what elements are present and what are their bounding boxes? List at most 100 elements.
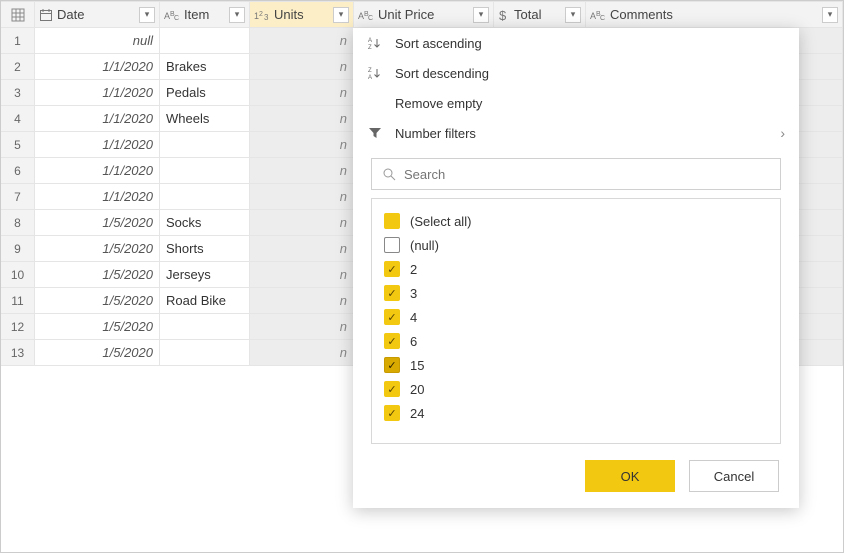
cell-item[interactable] [160, 314, 250, 340]
cell-units[interactable]: n [250, 132, 354, 158]
cell-date[interactable]: 1/1/2020 [35, 106, 160, 132]
cell-units[interactable]: n [250, 210, 354, 236]
header-item[interactable]: ABC Item ▾ [160, 2, 250, 28]
cell-units[interactable]: n [250, 80, 354, 106]
cell-date[interactable]: 1/1/2020 [35, 184, 160, 210]
cell-item[interactable]: Jerseys [160, 262, 250, 288]
search-icon [382, 167, 396, 181]
row-header[interactable]: 8 [1, 210, 35, 236]
cell-item[interactable]: Shorts [160, 236, 250, 262]
remove-empty[interactable]: Remove empty [353, 88, 799, 118]
checkbox[interactable]: ✓ [384, 285, 400, 301]
select-all-corner[interactable] [1, 2, 35, 28]
filter-value-row[interactable]: (null) [384, 233, 768, 257]
row-header[interactable]: 2 [1, 54, 35, 80]
row-header[interactable]: 4 [1, 106, 35, 132]
filter-value-row[interactable]: ✓20 [384, 377, 768, 401]
row-header[interactable]: 13 [1, 340, 35, 366]
svg-text:3: 3 [264, 13, 269, 22]
cell-units[interactable]: n [250, 236, 354, 262]
row-header[interactable]: 6 [1, 158, 35, 184]
filter-dropdown-item[interactable]: ▾ [229, 7, 245, 23]
row-header[interactable]: 11 [1, 288, 35, 314]
cell-units[interactable]: n [250, 314, 354, 340]
cell-units[interactable]: n [250, 106, 354, 132]
filter-dropdown-units[interactable]: ▾ [333, 7, 349, 23]
row-header[interactable]: 1 [1, 28, 35, 54]
filter-value-row[interactable]: ✓2 [384, 257, 768, 281]
filter-search[interactable] [371, 158, 781, 190]
checkbox[interactable]: ✓ [384, 261, 400, 277]
cell-item[interactable] [160, 132, 250, 158]
checkbox[interactable]: ✓ [384, 405, 400, 421]
cell-date[interactable]: 1/1/2020 [35, 158, 160, 184]
cell-units[interactable]: n [250, 288, 354, 314]
number-filters[interactable]: Number filters › [353, 118, 799, 148]
header-unit-price[interactable]: ABC Unit Price ▾ [354, 2, 494, 28]
currency-type-icon: $ [498, 8, 510, 22]
checkbox[interactable]: ✓ [384, 381, 400, 397]
checkbox[interactable] [384, 213, 400, 229]
cell-units[interactable]: n [250, 262, 354, 288]
sort-descending-label: Sort descending [395, 66, 489, 81]
row-header[interactable]: 7 [1, 184, 35, 210]
row-header[interactable]: 9 [1, 236, 35, 262]
svg-text:A: A [368, 75, 372, 80]
cell-date[interactable]: 1/5/2020 [35, 314, 160, 340]
header-comments-label: Comments [610, 7, 818, 22]
row-header[interactable]: 12 [1, 314, 35, 340]
cell-date[interactable]: 1/5/2020 [35, 340, 160, 366]
filter-search-input[interactable] [404, 167, 770, 182]
checkbox[interactable]: ✓ [384, 309, 400, 325]
checkbox[interactable]: ✓ [384, 333, 400, 349]
cell-item[interactable] [160, 28, 250, 54]
sort-ascending[interactable]: AZ Sort ascending [353, 28, 799, 58]
cell-date[interactable]: 1/5/2020 [35, 210, 160, 236]
filter-dropdown-unit-price[interactable]: ▾ [473, 7, 489, 23]
checkbox[interactable] [384, 237, 400, 253]
filter-dropdown-comments[interactable]: ▾ [822, 7, 838, 23]
text-type-icon: ABC [164, 8, 180, 22]
cell-date[interactable]: 1/5/2020 [35, 236, 160, 262]
cell-item[interactable] [160, 158, 250, 184]
cell-units[interactable]: n [250, 184, 354, 210]
header-comments[interactable]: ABC Comments ▾ [586, 2, 843, 28]
cell-date[interactable]: 1/1/2020 [35, 132, 160, 158]
filter-value-row[interactable]: ✓24 [384, 401, 768, 425]
filter-dropdown-total[interactable]: ▾ [565, 7, 581, 23]
header-date[interactable]: Date ▾ [35, 2, 160, 28]
cell-units[interactable]: n [250, 340, 354, 366]
checkbox[interactable]: ✓ [384, 357, 400, 373]
cell-item[interactable]: Brakes [160, 54, 250, 80]
cell-date[interactable]: 1/5/2020 [35, 262, 160, 288]
cell-units[interactable]: n [250, 54, 354, 80]
filter-dropdown-date[interactable]: ▾ [139, 7, 155, 23]
sort-descending[interactable]: ZA Sort descending [353, 58, 799, 88]
ok-button[interactable]: OK [585, 460, 675, 492]
cell-item[interactable]: Road Bike [160, 288, 250, 314]
filter-value-row[interactable]: ✓4 [384, 305, 768, 329]
filter-value-row[interactable]: ✓15 [384, 353, 768, 377]
cell-item[interactable]: Wheels [160, 106, 250, 132]
filter-value-row[interactable]: ✓6 [384, 329, 768, 353]
cell-date[interactable]: 1/1/2020 [35, 54, 160, 80]
filter-value-row[interactable]: ✓3 [384, 281, 768, 305]
cell-units[interactable]: n [250, 28, 354, 54]
cell-item[interactable]: Socks [160, 210, 250, 236]
svg-text:C: C [174, 15, 179, 22]
filter-value-row[interactable]: (Select all) [384, 209, 768, 233]
cell-item[interactable] [160, 340, 250, 366]
header-units[interactable]: 123 Units ▾ [250, 2, 354, 28]
row-header[interactable]: 3 [1, 80, 35, 106]
cell-date[interactable]: 1/5/2020 [35, 288, 160, 314]
filter-button-row: OK Cancel [353, 444, 799, 492]
cell-units[interactable]: n [250, 158, 354, 184]
cell-date[interactable]: 1/1/2020 [35, 80, 160, 106]
cancel-button[interactable]: Cancel [689, 460, 779, 492]
row-header[interactable]: 10 [1, 262, 35, 288]
row-header[interactable]: 5 [1, 132, 35, 158]
cell-date[interactable]: null [35, 28, 160, 54]
header-total[interactable]: $ Total ▾ [494, 2, 586, 28]
cell-item[interactable] [160, 184, 250, 210]
cell-item[interactable]: Pedals [160, 80, 250, 106]
